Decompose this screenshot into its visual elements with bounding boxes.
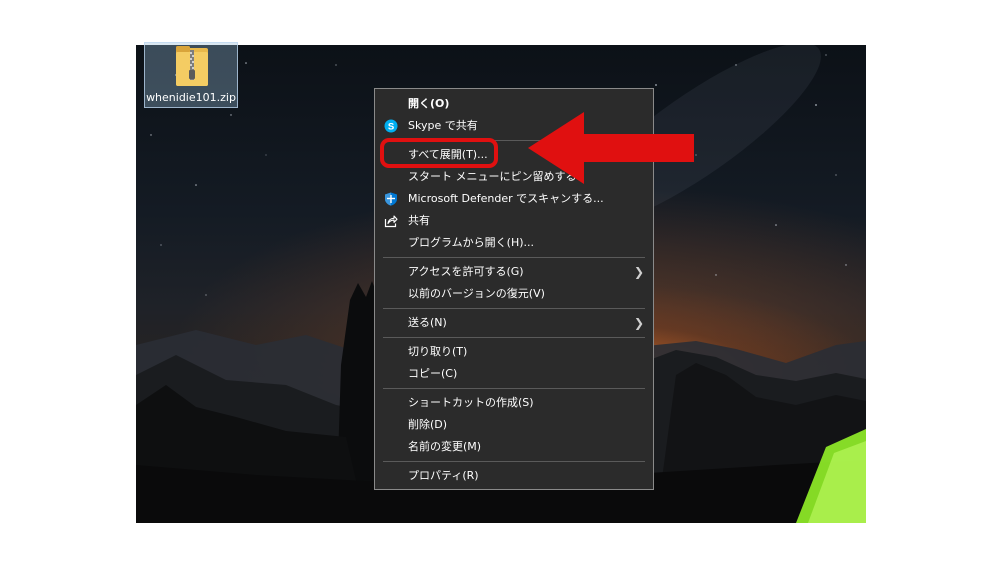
- menu-separator: [383, 388, 645, 389]
- menu-item-delete[interactable]: 削除(D): [375, 414, 653, 436]
- menu-item-open-with[interactable]: プログラムから開く(H)...: [375, 232, 653, 254]
- menu-item-label: アクセスを許可する(G): [408, 265, 524, 278]
- defender-shield-icon: [385, 192, 397, 206]
- menu-item-properties[interactable]: プロパティ(R): [375, 465, 653, 487]
- red-arrow-left-icon: [528, 112, 694, 184]
- menu-separator: [383, 308, 645, 309]
- file-name-label: whenidie101.zip: [146, 91, 236, 104]
- chevron-right-icon: ❯: [633, 265, 644, 279]
- highlight-ring-annotation: [380, 138, 498, 168]
- menu-separator: [383, 257, 645, 258]
- menu-item-label: 共有: [408, 214, 430, 227]
- svg-text:S: S: [388, 121, 394, 132]
- menu-item-label: 切り取り(T): [408, 345, 468, 358]
- share-icon: [384, 215, 398, 228]
- menu-item-label: プロパティ(R): [408, 469, 479, 482]
- menu-item-send-to[interactable]: 送る(N) ❯: [375, 312, 653, 334]
- menu-item-defender-scan[interactable]: Microsoft Defender でスキャンする...: [375, 188, 653, 210]
- menu-item-label: 名前の変更(M): [408, 440, 482, 453]
- chevron-right-icon: ❯: [633, 316, 644, 330]
- menu-item-label: Skype で共有: [408, 119, 478, 132]
- menu-item-cut[interactable]: 切り取り(T): [375, 341, 653, 363]
- zip-folder-icon: [176, 46, 208, 86]
- menu-item-restore-previous-versions[interactable]: 以前のバージョンの復元(V): [375, 283, 653, 305]
- menu-item-label: コピー(C): [408, 367, 458, 380]
- skype-icon: S: [384, 119, 398, 133]
- menu-item-label: 削除(D): [408, 418, 448, 431]
- zip-file-icon-selected[interactable]: whenidie101.zip: [144, 42, 238, 108]
- menu-item-share[interactable]: 共有: [375, 210, 653, 232]
- menu-separator: [383, 337, 645, 338]
- menu-item-label: 送る(N): [408, 316, 447, 329]
- menu-item-copy[interactable]: コピー(C): [375, 363, 653, 385]
- menu-item-label: Microsoft Defender でスキャンする...: [408, 192, 604, 205]
- menu-item-create-shortcut[interactable]: ショートカットの作成(S): [375, 392, 653, 414]
- menu-separator: [383, 461, 645, 462]
- menu-item-label: プログラムから開く(H)...: [408, 236, 535, 249]
- menu-item-label: 以前のバージョンの復元(V): [408, 287, 545, 300]
- menu-item-label: 開く(O): [408, 97, 450, 110]
- menu-item-label: ショートカットの作成(S): [408, 396, 534, 409]
- menu-item-give-access[interactable]: アクセスを許可する(G) ❯: [375, 261, 653, 283]
- menu-item-rename[interactable]: 名前の変更(M): [375, 436, 653, 458]
